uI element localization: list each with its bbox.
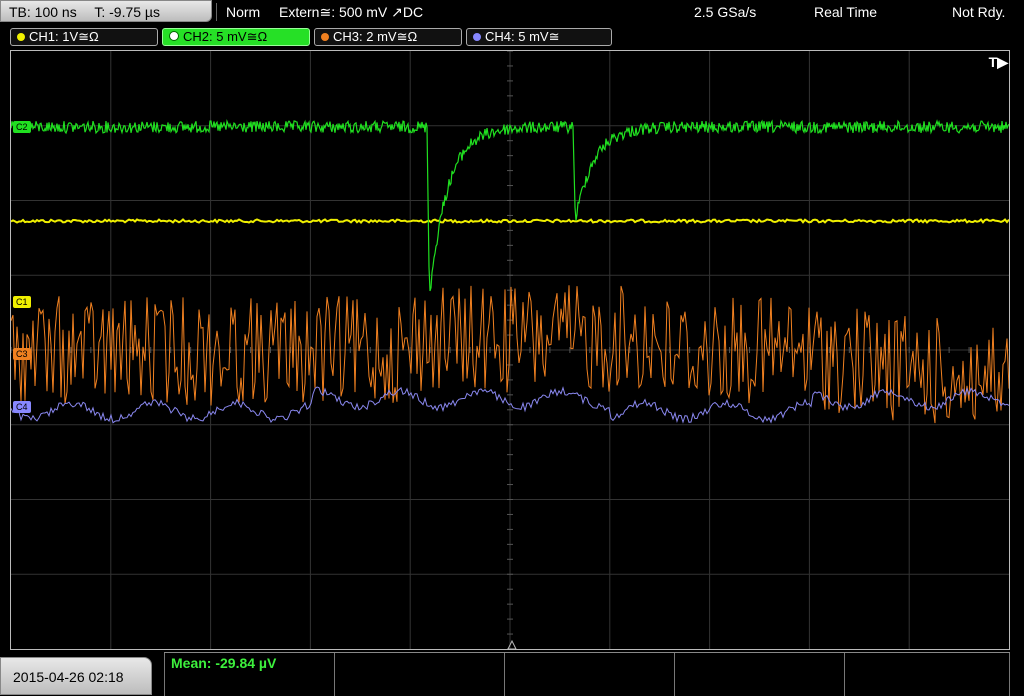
measurement-cell[interactable] [334,653,504,696]
measurement-panel: Mean: -29.84 µV [164,652,1010,696]
ch3-offset-label[interactable]: C3 [13,348,31,360]
sample-rate[interactable]: 2.5 GSa/s [694,0,756,24]
measurement-cell[interactable] [504,653,674,696]
ch4-dot-icon [473,33,481,41]
ch2-offset-label[interactable]: C2 [13,121,31,133]
date-time: 2015-04-26 02:18 [0,657,152,695]
separator [216,3,217,21]
channel-bar: CH1: 1V≅Ω CH2: 5 mV≅Ω CH3: 2 mV≅Ω CH4: 5… [0,26,1024,48]
ch1-offset-label[interactable]: C1 [13,296,31,308]
mean-measurement: Mean: -29.84 µV [171,655,277,671]
channel-label: CH1: 1V≅Ω [29,29,99,44]
channel-label: CH2: 5 mV≅Ω [183,29,268,44]
ch1-dot-icon [17,33,25,41]
acquisition-mode[interactable]: Real Time [814,0,877,24]
channel-tab-ch3[interactable]: CH3: 2 mV≅Ω [314,28,462,46]
time-offset-label: T: -9.75 µs [94,4,160,20]
trigger-source[interactable]: Extern≅: 500 mV ↗DC [279,0,423,24]
timebase-label: TB: 100 ns [9,4,77,20]
ch4-offset-label[interactable]: C4 [13,401,31,413]
channel-label: CH3: 2 mV≅Ω [333,29,418,44]
ch3-dot-icon [321,33,329,41]
channel-tab-ch1[interactable]: CH1: 1V≅Ω [10,28,158,46]
top-status-bar: TB: 100 ns T: -9.75 µs Norm Extern≅: 500… [0,0,1024,24]
channel-tab-ch4[interactable]: CH4: 5 mV≅ [466,28,612,46]
waveform-display[interactable] [10,50,1010,650]
ready-state: Not Rdy. [952,4,1006,20]
graticule [11,51,1009,649]
trigger-position-marker [507,639,517,649]
measurement-cell[interactable] [674,653,844,696]
measurement-cell[interactable]: Mean: -29.84 µV [164,653,334,696]
trigger-marker-icon: T▶ [988,54,1008,70]
channel-label: CH4: 5 mV≅ [485,29,560,44]
channel-tab-ch2[interactable]: CH2: 5 mV≅Ω [162,28,310,46]
trigger-mode[interactable]: Norm [226,0,260,24]
ch2-dot-icon [169,31,179,41]
timebase-box[interactable]: TB: 100 ns T: -9.75 µs [0,0,212,22]
waveform-svg [11,51,1009,649]
measurement-cell[interactable] [844,653,1010,696]
